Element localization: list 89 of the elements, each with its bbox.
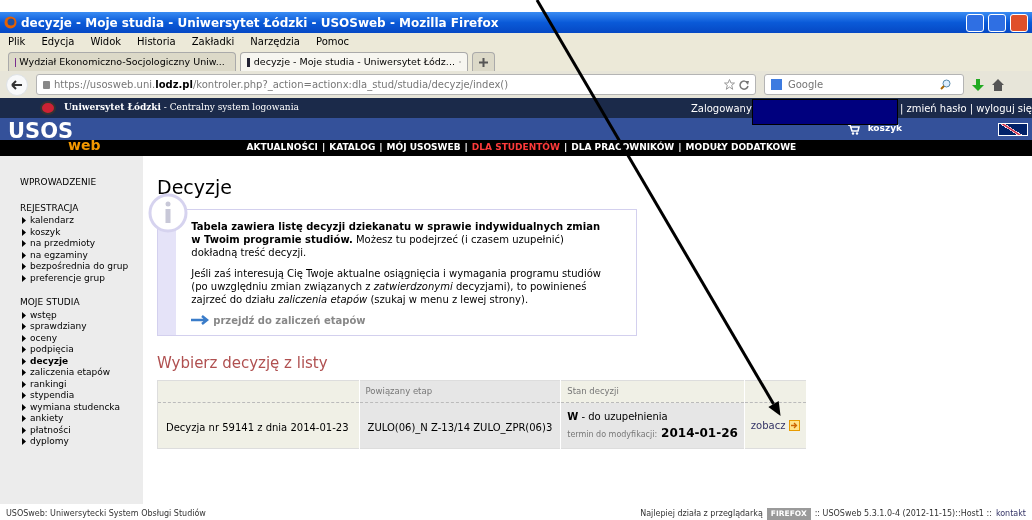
version-text: :: USOSweb 5.3.1.0-4 (2012-11-15)::Host1 :: (814, 508, 992, 520)
home-icon[interactable] (992, 78, 1004, 91)
search-icon (940, 79, 951, 90)
back-button[interactable] (6, 73, 28, 96)
left-arrow-icon (11, 79, 23, 90)
sidebar-item[interactable]: rankingi (20, 378, 143, 390)
sidebar-item[interactable]: koszyk (20, 226, 143, 238)
decision-status: W - do uzupełnienia (567, 410, 669, 425)
login-label: Zalogowany (690, 101, 752, 116)
tab-title: decyzje - Moje studia - Uniwersytet Łódz... (253, 54, 455, 69)
sidebar-item[interactable]: preferencje grup (20, 272, 143, 284)
nav-link[interactable]: AKTUALNOŚCI (246, 141, 318, 155)
right-arrow-icon (191, 315, 210, 326)
menu-item[interactable]: Edycja (41, 33, 75, 49)
cart-link[interactable]: koszyk (847, 122, 902, 136)
sidebar-item[interactable]: płatności (20, 424, 143, 436)
sidebar-item[interactable]: wstęp (20, 309, 143, 321)
stages-link[interactable]: przejdź do zaliczeń etapów (213, 313, 366, 327)
address-field[interactable]: https://usosweb.uni.lodz.pl/kontroler.php?_action=actionx:dla_stud/studia/decyzje/index() (36, 74, 756, 95)
browser-logo-icon (4, 16, 17, 29)
sidebar-heading[interactable]: REJESTRACJA (20, 201, 143, 215)
window-title: decyzje - Moje studia - Uniwersytet Łódzki - USOSweb - Mozilla Firefox (21, 14, 500, 32)
flag-icon[interactable] (998, 122, 1028, 136)
sidebar-item[interactable]: oceny (20, 332, 143, 344)
nav-link[interactable]: DLA STUDENTÓW (471, 141, 560, 155)
table-cell: ZULO(06)_N Z-13/14 ZULO_ZPR(06)3 (359, 402, 561, 449)
reload-icon[interactable] (739, 79, 749, 90)
section-heading: Wybierz decyzję z listy (157, 352, 329, 374)
nav-link[interactable]: KATALOG (329, 141, 376, 155)
footer-text: USOSweb: Uniwersytecki System Obsługi Studiów (6, 508, 207, 520)
restore-button[interactable] (988, 13, 1006, 32)
nav-link[interactable]: MÓJ USOSWEB (386, 141, 461, 155)
plus-icon (479, 57, 488, 67)
browser-tab[interactable]: decyzje - Moje studia - Uniwersytet Łódz... (240, 52, 468, 71)
menu-item[interactable]: Narzędzia (250, 33, 300, 49)
menu-item[interactable]: Plik (8, 33, 26, 49)
menu-item[interactable]: Pomoc (315, 33, 350, 49)
sidebar-item[interactable]: sprawdziany (20, 321, 143, 333)
browser-tab[interactable]: Wydział Ekonomiczno-Socjologiczny Uniw... (8, 52, 236, 71)
search-field[interactable]: Google (764, 74, 964, 95)
cart-icon (847, 123, 860, 135)
view-link[interactable]: zobacz (750, 418, 801, 434)
nav-separator: | (678, 141, 682, 155)
deadline-date: 2014-01-26 (661, 425, 738, 443)
search-engine-icon (771, 79, 782, 90)
menu-item[interactable]: Zakładki (191, 33, 235, 49)
university-logo-icon (40, 101, 56, 115)
table-cell: Decyzja nr 59141 z dnia 2014-01-23 (157, 402, 360, 449)
page-title: Decyzje (157, 176, 233, 199)
nav-separator: | (563, 141, 568, 155)
column-header: Powiązany etap (359, 380, 561, 403)
nav-separator: | (379, 141, 383, 155)
sidebar-item[interactable]: zaliczenia etapów (20, 367, 143, 379)
sidebar-item[interactable]: decyzje (20, 355, 143, 367)
close-button[interactable] (1010, 13, 1028, 32)
lock-icon (43, 80, 50, 89)
nav-separator: | (321, 141, 326, 155)
menu-item[interactable]: Widok (90, 33, 122, 49)
star-icon[interactable] (724, 79, 735, 90)
contact-link[interactable]: kontakt (995, 508, 1026, 520)
column-header: Stan decyzji (560, 380, 745, 403)
site-subtitle: Uniwersytet Łódzki - Centralny system logowania (64, 101, 300, 115)
sidebar-item[interactable]: na egzaminy (20, 249, 143, 261)
sidebar-heading[interactable]: MOJE STUDIA (20, 296, 143, 310)
nav-link[interactable]: DLA PRACOWNIKÓW (571, 141, 675, 155)
minimize-button[interactable] (966, 13, 984, 32)
sidebar-item[interactable]: wymiana studencka (20, 401, 143, 413)
nav-link[interactable]: MODUŁY DODATKOWE (685, 141, 797, 155)
deadline-label: termin do modyfikacji: (567, 429, 658, 442)
nav-separator: | (464, 141, 468, 155)
download-icon[interactable] (972, 78, 984, 91)
account-links[interactable]: | zmień hasło | wyloguj się (899, 100, 1032, 116)
arrow-box-icon (789, 420, 801, 432)
sidebar-item[interactable]: na przedmioty (20, 238, 143, 250)
tab-title: Wydział Ekonomiczno-Socjologiczny Uniw... (19, 54, 225, 69)
footer-text: Najlepiej działa z przeglądarką (640, 508, 763, 520)
url-text: https://usosweb.uni.lodz.pl/kontroler.php?_action=actionx:dla_stud/studia/decyzje/index() (54, 78, 510, 92)
new-tab-button[interactable] (472, 52, 495, 71)
sidebar-item[interactable]: bezpośrednia do grup (20, 261, 143, 273)
tab-favicon-icon (247, 57, 250, 67)
info-paragraph: Tabela zawiera listę decyzji dziekanatu w sprawie indywidualnych zmian w Twoim programie studiów. Możesz tu podejrzeć (i czasem uzupełnić) dokładną treść decyzji. (191, 219, 602, 259)
sidebar-item[interactable]: dyplomy (20, 436, 143, 448)
sidebar-item[interactable]: stypendia (20, 390, 143, 402)
info-paragraph: Jeśli zaś interesują Cię Twoje aktualne osiągnięcia i wymagania programu studiów (po uwzględniu zmian związanych z zatwierdzonymi decyzjami), to powinieneś zajrzeć do działu zaliczenia etapów (szukaj w menu z lewej strony). (191, 266, 602, 306)
sidebar-item[interactable]: podpięcia (20, 344, 143, 356)
sidebar-item[interactable]: kalendarz (20, 215, 143, 227)
sidebar-item[interactable]: ankiety (20, 413, 143, 425)
sidebar-heading[interactable]: WPROWADZENIE (20, 176, 143, 190)
menu-item[interactable]: Historia (137, 33, 176, 49)
